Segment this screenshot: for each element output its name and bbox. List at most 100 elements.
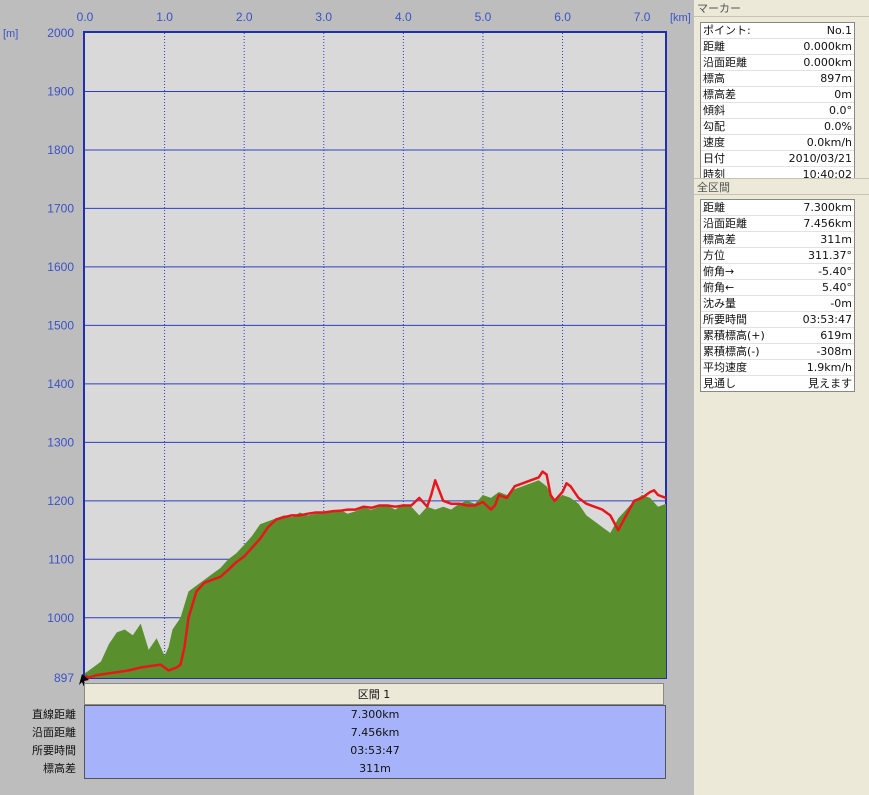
info-row-value: No.1 <box>826 24 852 37</box>
section-row: 直線距離 7.300km <box>0 706 666 724</box>
info-row: 距離 0.000km <box>701 39 854 55</box>
info-row-key: 日付 <box>703 152 725 165</box>
info-row-value: 03:53:47 <box>802 313 852 326</box>
elevation-chart[interactable]: 0.0 1.0 2.0 3.0 4.0 5.0 6.0 7.0 2000 1900 1800 170… <box>0 0 694 686</box>
x-tick-label: 0.0 <box>77 10 94 24</box>
info-row-key: 沈み量 <box>703 297 736 310</box>
info-row-value: 見えます <box>808 377 852 390</box>
section-row-label: 沿面距離 <box>32 726 76 739</box>
x-tick-label: 4.0 <box>395 10 412 24</box>
info-row: 標高差 311m <box>701 232 854 248</box>
info-row-value: 619m <box>820 329 852 342</box>
info-row-key: 所要時間 <box>703 313 747 326</box>
info-row-value: 0m <box>834 88 852 101</box>
x-tick-label: 2.0 <box>236 10 253 24</box>
y-tick-label: 1500 <box>47 318 74 332</box>
info-row-key: 速度 <box>703 136 725 149</box>
info-row: 標高差 0m <box>701 87 854 103</box>
info-row-value: -5.40° <box>818 265 852 278</box>
info-row-key: ポイント: <box>703 24 751 37</box>
section-header[interactable]: 区間 1 <box>84 683 664 705</box>
info-row: 勾配 0.0% <box>701 119 854 135</box>
y-tick-label: 1700 <box>47 201 74 215</box>
x-axis-ticks: 0.0 1.0 2.0 3.0 4.0 5.0 6.0 7.0 <box>77 10 651 24</box>
y-axis-ticks: 2000 1900 1800 1700 1600 1500 1400 1300 1200 1100… <box>47 26 74 685</box>
info-row: 傾斜 0.0° <box>701 103 854 119</box>
y-tick-label: 1300 <box>47 435 74 449</box>
info-row-key: 勾配 <box>703 120 725 133</box>
info-row-key: 見通し <box>703 377 736 390</box>
info-row: 見通し 見えます <box>701 376 854 391</box>
info-row-key: 沿面距離 <box>703 56 747 69</box>
info-row-value: -308m <box>816 345 852 358</box>
section-row-label: 直線距離 <box>32 708 76 721</box>
info-row-key: 傾斜 <box>703 104 725 117</box>
info-row-value: 0.0km/h <box>806 136 852 149</box>
x-tick-label: 6.0 <box>554 10 571 24</box>
info-row: 方位 311.37° <box>701 248 854 264</box>
info-row: ポイント: No.1 <box>701 23 854 39</box>
info-row-key: 標高差 <box>703 233 736 246</box>
info-row: 平均速度 1.9km/h <box>701 360 854 376</box>
info-row-key: 方位 <box>703 249 725 262</box>
all-section-info-table: 距離 7.300km 沿面距離 7.456km 標高差 311m 方位 311.37° 俯角→ -… <box>700 199 855 392</box>
x-tick-label: 3.0 <box>315 10 332 24</box>
info-row-key: 標高差 <box>703 88 736 101</box>
info-row-key: 累積標高(+) <box>703 329 765 342</box>
info-row-key: 距離 <box>703 40 725 53</box>
section-row-value: 7.456km <box>85 724 665 742</box>
info-row-value: 0.0% <box>824 120 852 133</box>
info-row-key: 累積標高(-) <box>703 345 760 358</box>
info-row-key: 俯角→ <box>703 265 735 278</box>
info-row-value: 311.37° <box>808 249 852 262</box>
y-tick-label: 1400 <box>47 377 74 391</box>
y-tick-label: 1900 <box>47 84 74 98</box>
section-row: 標高差 311m <box>0 760 666 778</box>
info-row: 所要時間 03:53:47 <box>701 312 854 328</box>
y-tick-label: 1200 <box>47 494 74 508</box>
y-tick-label: 1800 <box>47 143 74 157</box>
info-row-key: 俯角← <box>703 281 735 294</box>
y-tick-label: 2000 <box>47 26 74 40</box>
info-row-value: 0.000km <box>803 40 852 53</box>
info-row: 沿面距離 0.000km <box>701 55 854 71</box>
section-row-value: 03:53:47 <box>85 742 665 760</box>
info-row-value: 311m <box>820 233 852 246</box>
info-row: 累積標高(-) -308m <box>701 344 854 360</box>
info-row: 標高 897m <box>701 71 854 87</box>
info-row-value: 1.9km/h <box>806 361 852 374</box>
info-row: 沈み量 -0m <box>701 296 854 312</box>
x-axis-unit: [km] <box>670 12 691 24</box>
x-tick-label: 1.0 <box>156 10 173 24</box>
section-row: 沿面距離 7.456km <box>0 724 666 742</box>
y-tick-label: 1100 <box>48 552 74 566</box>
x-tick-label: 7.0 <box>634 10 651 24</box>
section-row-label: 標高差 <box>43 762 76 775</box>
info-row-key: 標高 <box>703 72 725 85</box>
y-tick-label: 1600 <box>47 260 74 274</box>
info-row-value: 897m <box>820 72 852 85</box>
info-row: 日付 2010/03/21 <box>701 151 854 167</box>
info-row-value: -0m <box>830 297 852 310</box>
y-tick-label: 897 <box>54 671 74 685</box>
marker-panel-title[interactable]: マーカー <box>694 0 869 17</box>
section-row: 所要時間 03:53:47 <box>0 742 666 760</box>
info-row-key: 距離 <box>703 201 725 214</box>
section-row-label: 所要時間 <box>32 744 76 757</box>
marker-info-table: ポイント: No.1 距離 0.000km 沿面距離 0.000km 標高 897m 標高差 0m… <box>700 22 855 183</box>
info-row: 累積標高(+) 619m <box>701 328 854 344</box>
info-row: 速度 0.0km/h <box>701 135 854 151</box>
info-row-value: 2010/03/21 <box>788 152 852 165</box>
info-row: 沿面距離 7.456km <box>701 216 854 232</box>
info-row-value: 7.300km <box>803 201 852 214</box>
x-tick-label: 5.0 <box>475 10 492 24</box>
section-row-value: 311m <box>85 760 665 778</box>
section-row-value: 7.300km <box>85 706 665 724</box>
all-section-panel-title[interactable]: 全区間 <box>694 178 869 195</box>
info-row: 距離 7.300km <box>701 200 854 216</box>
info-row-key: 沿面距離 <box>703 217 747 230</box>
info-row: 俯角← 5.40° <box>701 280 854 296</box>
info-row-key: 平均速度 <box>703 361 747 374</box>
y-tick-label: 1000 <box>47 611 74 625</box>
info-row: 俯角→ -5.40° <box>701 264 854 280</box>
